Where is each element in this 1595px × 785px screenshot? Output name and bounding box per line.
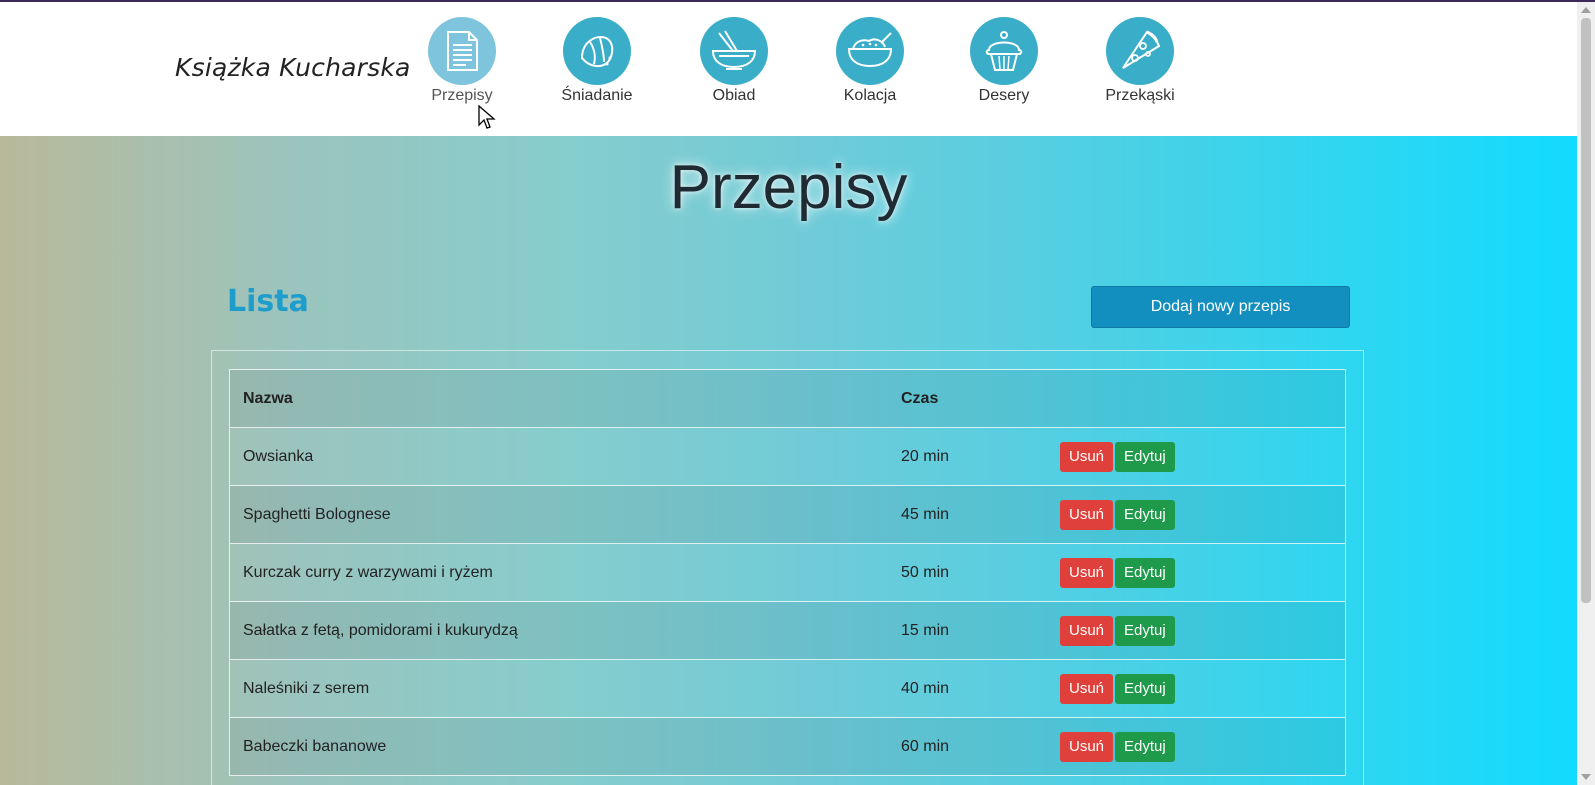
table-header-row: Nazwa Czas: [229, 369, 1346, 428]
recipe-time: 20 min: [888, 427, 1047, 486]
row-actions: Usuń Edytuj: [1047, 427, 1346, 486]
row-actions: Usuń Edytuj: [1047, 717, 1346, 776]
scroll-up-arrow-icon[interactable]: [1581, 7, 1591, 13]
nav-label: Desery: [978, 87, 1030, 104]
recipe-document-icon: [428, 17, 496, 85]
nav-item-kolacja[interactable]: Kolacja: [820, 17, 920, 105]
recipe-name: Babeczki bananowe: [229, 717, 888, 776]
row-actions: Usuń Edytuj: [1047, 659, 1346, 718]
vertical-scrollbar[interactable]: [1577, 2, 1595, 785]
delete-button[interactable]: Usuń: [1060, 441, 1114, 472]
scrollbar-thumb[interactable]: [1581, 18, 1591, 603]
table-row: Babeczki bananowe 60 min Usuń Edytuj: [229, 717, 1346, 776]
delete-button[interactable]: Usuń: [1060, 615, 1114, 646]
table-row: Kurczak curry z warzywami i ryżem 50 min…: [229, 543, 1346, 602]
recipe-name: Kurczak curry z warzywami i ryżem: [229, 543, 888, 602]
pizza-slice-icon: [1106, 17, 1174, 85]
column-header-name: Nazwa: [229, 369, 888, 428]
brand-title[interactable]: Książka Kucharska: [175, 53, 411, 82]
nav-label: Przepisy: [431, 87, 493, 104]
column-header-time: Czas: [888, 369, 1047, 428]
edit-button[interactable]: Edytuj: [1115, 441, 1175, 472]
nav-label: Śniadanie: [561, 87, 633, 104]
recipe-name: Spaghetti Bolognese: [229, 485, 888, 544]
recipe-time: 40 min: [888, 659, 1047, 718]
scroll-down-arrow-icon[interactable]: [1581, 774, 1591, 780]
recipe-time: 60 min: [888, 717, 1047, 776]
add-recipe-button[interactable]: Dodaj nowy przepis: [1091, 286, 1350, 328]
edit-button[interactable]: Edytuj: [1115, 499, 1175, 530]
mouse-cursor-icon: [478, 105, 496, 129]
recipe-name: Sałatka z fetą, pomidorami i kukurydzą: [229, 601, 888, 660]
delete-button[interactable]: Usuń: [1060, 731, 1114, 762]
recipe-time: 15 min: [888, 601, 1047, 660]
nav-item-obiad[interactable]: Obiad: [684, 17, 784, 105]
recipe-time: 45 min: [888, 485, 1047, 544]
nav-item-sniadanie[interactable]: Śniadanie: [547, 17, 647, 105]
table-row: Naleśniki z serem 40 min Usuń Edytuj: [229, 659, 1346, 718]
noodle-bowl-icon: [700, 17, 768, 85]
site-header: Książka Kucharska Przepisy Śniadanie Obi…: [0, 2, 1577, 137]
table-row: Spaghetti Bolognese 45 min Usuń Edytuj: [229, 485, 1346, 544]
nav-label: Przekąski: [1105, 87, 1175, 104]
row-actions: Usuń Edytuj: [1047, 601, 1346, 660]
delete-button[interactable]: Usuń: [1060, 499, 1114, 530]
list-heading: Lista: [227, 284, 309, 319]
page-title: Przepisy: [669, 153, 908, 222]
column-header-actions: [1047, 369, 1346, 428]
row-actions: Usuń Edytuj: [1047, 485, 1346, 544]
nav-item-desery[interactable]: Desery: [954, 17, 1054, 105]
delete-button[interactable]: Usuń: [1060, 557, 1114, 588]
nav-label: Kolacja: [843, 87, 897, 104]
recipe-name: Naleśniki z serem: [229, 659, 888, 718]
nav-label: Obiad: [712, 87, 756, 104]
recipe-name: Owsianka: [229, 427, 888, 486]
edit-button[interactable]: Edytuj: [1115, 557, 1175, 588]
delete-button[interactable]: Usuń: [1060, 673, 1114, 704]
main-content: Przepisy Lista Dodaj nowy przepis Nazwa …: [0, 136, 1577, 785]
recipe-table: Nazwa Czas Owsianka 20 min Usuń Edytuj Sp…: [229, 369, 1346, 776]
cupcake-icon: [970, 17, 1038, 85]
row-actions: Usuń Edytuj: [1047, 543, 1346, 602]
edit-button[interactable]: Edytuj: [1115, 615, 1175, 646]
croissant-icon: [563, 17, 631, 85]
edit-button[interactable]: Edytuj: [1115, 731, 1175, 762]
table-row: Sałatka z fetą, pomidorami i kukurydzą 1…: [229, 601, 1346, 660]
table-row: Owsianka 20 min Usuń Edytuj: [229, 427, 1346, 486]
edit-button[interactable]: Edytuj: [1115, 673, 1175, 704]
recipe-time: 50 min: [888, 543, 1047, 602]
nav-item-przepisy[interactable]: Przepisy: [412, 17, 512, 105]
nav-item-przekaski[interactable]: Przekąski: [1090, 17, 1190, 105]
rice-bowl-icon: [836, 17, 904, 85]
